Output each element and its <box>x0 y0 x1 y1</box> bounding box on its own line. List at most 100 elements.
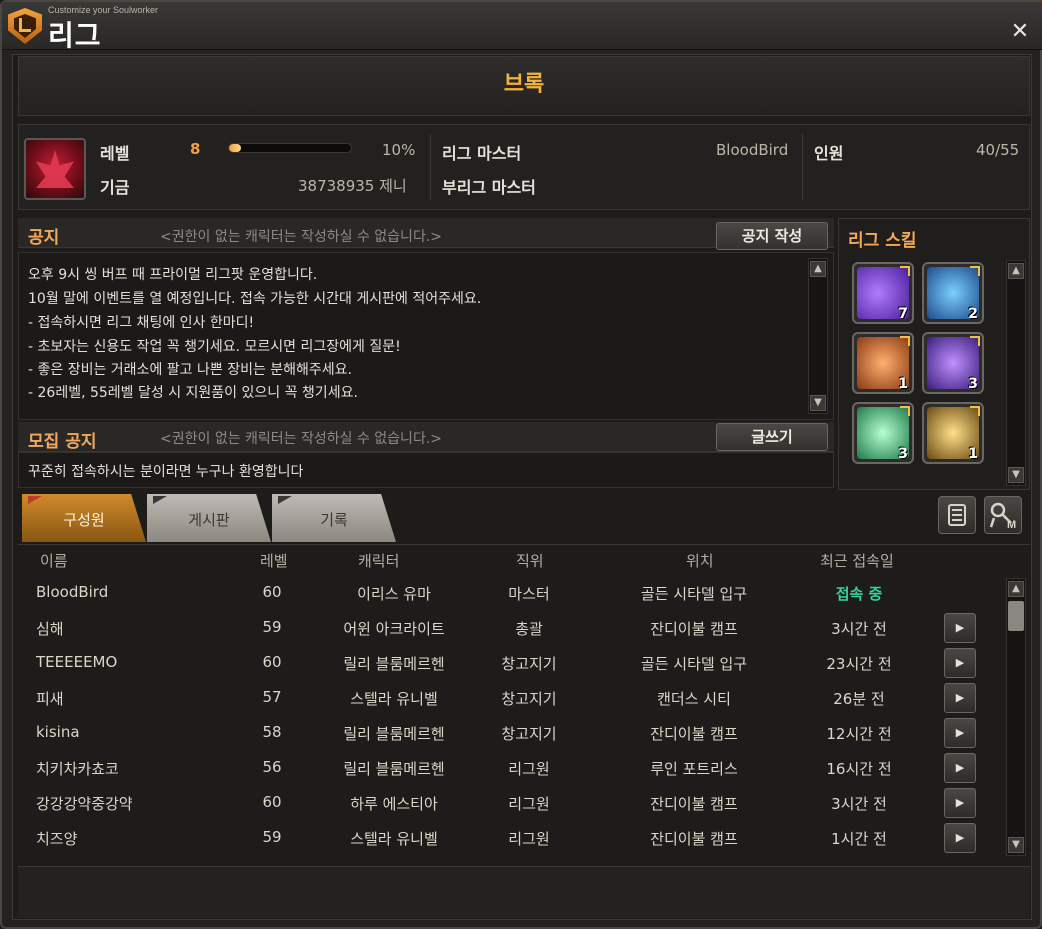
notice-line: - 접속하시면 리그 채팅에 인사 한마디! <box>28 315 255 331</box>
skill-count: 2 <box>968 306 978 322</box>
fund-value: 38738935 제니 <box>298 177 407 195</box>
scroll-down-icon[interactable]: ▼ <box>1008 837 1024 853</box>
member-rank: 리그원 <box>508 760 550 778</box>
member-location: 잔디이불 캠프 <box>650 830 738 848</box>
member-last-login: 23시간 전 <box>826 655 892 673</box>
skill-corner-mark <box>970 336 980 346</box>
skill-slot[interactable]: 7 <box>852 262 914 324</box>
member-last-login: 16시간 전 <box>826 760 892 778</box>
key-manage-icon: M <box>989 502 1016 531</box>
guild-window: Customize your Soulworker 리그 ✕ 브록 레벨 8 1… <box>0 0 1042 929</box>
scroll-thumb[interactable] <box>1008 601 1024 631</box>
member-level: 60 <box>262 653 282 671</box>
member-level: 60 <box>262 793 282 811</box>
table-row[interactable]: 치즈양 59 스텔라 유니벨 리그원 잔디이불 캠프 1시간 전 ▶ <box>24 820 1002 855</box>
member-name: 치키차카쵸코 <box>36 760 119 778</box>
table-row[interactable]: kisina 58 릴리 블룸메르헨 창고지기 잔디이불 캠프 12시간 전 ▶ <box>24 715 1002 750</box>
scroll-up-icon[interactable]: ▲ <box>810 261 826 277</box>
header-level[interactable]: 레벨 <box>260 550 288 571</box>
table-row[interactable]: 치키차카쵸코 56 릴리 블룸메르헨 리그원 루인 포트리스 16시간 전 ▶ <box>24 750 1002 785</box>
skill-count: 3 <box>968 376 978 392</box>
skill-count: 1 <box>968 446 978 462</box>
skill-count: 3 <box>898 446 908 462</box>
member-menu-button[interactable]: ▶ <box>944 718 976 748</box>
master-label: 리그 마스터 <box>442 144 522 163</box>
notice-hint: <권한이 없는 캐릭터는 작성하실 수 없습니다.> <box>160 229 443 245</box>
write-notice-button[interactable]: 공지 작성 <box>716 222 828 250</box>
xp-percent: 10% <box>382 141 416 159</box>
member-menu-button[interactable]: ▶ <box>944 613 976 643</box>
window-title: 리그 <box>48 19 102 52</box>
league-emblem-mark <box>19 18 31 32</box>
member-manage-button[interactable]: M <box>984 496 1022 534</box>
info-divider <box>802 134 803 200</box>
member-scrollbar[interactable]: ▲ ▼ <box>1006 578 1026 856</box>
header-rank[interactable]: 직위 <box>516 550 544 571</box>
scroll-up-icon[interactable]: ▲ <box>1008 263 1024 279</box>
recruit-hint: <권한이 없는 캐릭터는 작성하실 수 없습니다.> <box>160 431 443 447</box>
member-rank: 창고지기 <box>501 725 557 743</box>
master-value: BloodBird <box>716 141 789 159</box>
member-location: 잔디이불 캠프 <box>650 725 738 743</box>
table-row[interactable]: 강강강약중강약 60 하루 에스티아 리그원 잔디이불 캠프 3시간 전 ▶ <box>24 785 1002 820</box>
header-last-login[interactable]: 최근 접속일 <box>820 550 894 571</box>
notice-scrollbar[interactable]: ▲ ▼ <box>808 258 828 414</box>
write-recruit-button[interactable]: 글쓰기 <box>716 423 828 451</box>
tab-members[interactable]: 구성원 <box>22 494 146 542</box>
member-menu-button[interactable]: ▶ <box>944 683 976 713</box>
close-button[interactable]: ✕ <box>1010 21 1030 43</box>
skill-slot[interactable]: 2 <box>922 262 984 324</box>
tab-board[interactable]: 게시판 <box>147 494 271 542</box>
skill-corner-mark <box>900 336 910 346</box>
notice-line: 오후 9시 씽 버프 때 프라이멀 리그팟 운영합니다. <box>28 267 318 283</box>
table-row[interactable]: TEEEEEMO 60 릴리 블룸메르헨 창고지기 골든 시타델 입구 23시간 전 ▶ <box>24 645 1002 680</box>
table-row[interactable]: 피새 57 스텔라 유니벨 창고지기 캔더스 시티 26분 전 ▶ <box>24 680 1002 715</box>
notice-line: - 좋은 장비는 거래소에 팔고 나쁜 장비는 분해해주세요. <box>28 362 353 378</box>
member-last-login: 접속 중 <box>835 585 883 603</box>
member-menu-button[interactable]: ▶ <box>944 753 976 783</box>
guild-name-bar: 브록 <box>18 56 1030 116</box>
header-name[interactable]: 이름 <box>40 550 68 571</box>
scroll-down-icon[interactable]: ▼ <box>1008 467 1024 483</box>
member-location: 잔디이불 캠프 <box>650 795 738 813</box>
member-menu-button[interactable]: ▶ <box>944 823 976 853</box>
skill-slot[interactable]: 1 <box>922 402 984 464</box>
member-last-login: 12시간 전 <box>826 725 892 743</box>
notice-line: 10월 말에 이벤트를 열 예정입니다. 접속 가능한 시간대 게시판에 적어주… <box>28 291 482 307</box>
skill-count: 7 <box>898 306 908 322</box>
scroll-down-icon[interactable]: ▼ <box>810 395 826 411</box>
skill-slot[interactable]: 1 <box>852 332 914 394</box>
member-rank: 창고지기 <box>501 690 557 708</box>
member-level: 59 <box>262 618 282 636</box>
member-menu-button[interactable]: ▶ <box>944 788 976 818</box>
member-name: BloodBird <box>36 583 109 601</box>
member-menu-button[interactable]: ▶ <box>944 648 976 678</box>
info-divider <box>430 134 431 200</box>
notice-line: - 초보자는 신용도 작업 꼭 챙기세요. 모르시면 리그장에게 질문! <box>28 339 401 355</box>
member-last-login: 3시간 전 <box>831 795 887 813</box>
tab-log[interactable]: 기록 <box>272 494 396 542</box>
fund-label: 기금 <box>100 178 130 197</box>
header-character[interactable]: 캐릭터 <box>358 550 399 571</box>
member-last-login: 26분 전 <box>833 690 885 708</box>
member-level: 59 <box>262 828 282 846</box>
member-location: 골든 시타델 입구 <box>640 585 748 603</box>
skill-slot[interactable]: 3 <box>852 402 914 464</box>
member-level: 58 <box>262 723 282 741</box>
title-bar[interactable]: Customize your Soulworker 리그 ✕ <box>2 2 1042 52</box>
skills-scrollbar[interactable]: ▲ ▼ <box>1006 260 1026 486</box>
table-row[interactable]: BloodBird 60 이리스 유마 마스터 골든 시타델 입구 접속 중 <box>24 575 1002 610</box>
member-rank: 리그원 <box>508 795 550 813</box>
header-location[interactable]: 위치 <box>686 550 714 571</box>
member-rank: 창고지기 <box>501 655 557 673</box>
list-view-button[interactable] <box>938 496 976 534</box>
skill-slot[interactable]: 3 <box>922 332 984 394</box>
recruit-text: 꾸준히 접속하시는 분이라면 누구나 환영합니다 <box>28 464 304 480</box>
level-label: 레벨 <box>100 144 130 163</box>
member-rank: 마스터 <box>508 585 550 603</box>
league-skills-title: 리그 스킬 <box>848 231 917 251</box>
member-last-login: 3시간 전 <box>831 620 887 638</box>
table-row[interactable]: 심해 59 어윈 아크라이트 총괄 잔디이불 캠프 3시간 전 ▶ <box>24 610 1002 645</box>
members-label: 인원 <box>814 144 844 163</box>
scroll-up-icon[interactable]: ▲ <box>1008 581 1024 597</box>
